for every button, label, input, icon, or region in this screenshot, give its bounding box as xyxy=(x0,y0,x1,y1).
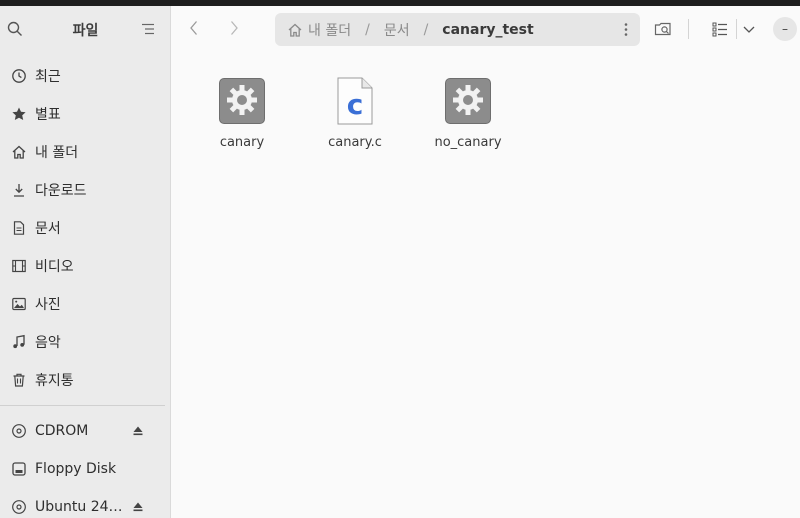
sidebar-item-recent[interactable]: 최근 xyxy=(0,57,171,95)
download-icon xyxy=(10,181,28,199)
disc-icon xyxy=(10,498,28,516)
sidebar-item-label: 휴지통 xyxy=(35,373,74,389)
sidebar-item-label: CDROM xyxy=(35,423,89,439)
sidebar-header: 파일 xyxy=(0,6,171,52)
sidebar-item-ubuntu[interactable]: Ubuntu 24… xyxy=(0,488,171,518)
breadcrumb-item[interactable]: 문서 xyxy=(384,20,410,40)
trash-icon xyxy=(10,371,28,389)
sidebar: 파일 최근 별표 내 폴더 다운로드 문서 비디오 사진 음악 휴지통 CDRO… xyxy=(0,6,171,518)
sidebar-item-label: Ubuntu 24… xyxy=(35,499,123,515)
file-view: canary c canary.c no_canary xyxy=(171,52,800,518)
sidebar-item-pictures[interactable]: 사진 xyxy=(0,285,171,323)
breadcrumb-separator: / xyxy=(365,21,370,38)
breadcrumb-current[interactable]: canary_test xyxy=(442,22,533,38)
menu-icon[interactable] xyxy=(140,21,156,37)
file-name: no_canary xyxy=(434,135,502,150)
home-icon xyxy=(288,23,302,37)
executable-icon xyxy=(219,78,265,124)
sidebar-item-documents[interactable]: 문서 xyxy=(0,209,171,247)
image-icon xyxy=(10,295,28,313)
chevron-left-icon xyxy=(190,21,197,35)
header-divider xyxy=(688,19,689,39)
list-view-icon[interactable] xyxy=(710,19,730,39)
breadcrumb-separator: / xyxy=(423,21,429,38)
sidebar-item-label: 문서 xyxy=(35,221,61,237)
sidebar-item-label: 사진 xyxy=(35,297,61,313)
header-bar: 내 폴더 / 문서 / canary_test – xyxy=(171,6,800,52)
sidebar-item-music[interactable]: 음악 xyxy=(0,323,171,361)
sidebar-divider xyxy=(0,405,165,406)
file-name: canary xyxy=(219,135,265,150)
c-glyph: c xyxy=(347,88,364,121)
forward-button[interactable] xyxy=(224,18,244,38)
sidebar-item-label: 다운로드 xyxy=(35,183,87,199)
minimize-button[interactable]: – xyxy=(773,17,797,41)
back-button[interactable] xyxy=(184,18,204,38)
executable-icon xyxy=(445,78,491,124)
star-icon xyxy=(10,105,28,123)
disc-icon xyxy=(10,422,28,440)
c-source-file-icon: c xyxy=(337,77,373,125)
search-folder-icon[interactable] xyxy=(653,19,673,39)
file-name: canary.c xyxy=(328,135,382,150)
sidebar-item-trash[interactable]: 휴지통 xyxy=(0,361,171,399)
sidebar-item-label: Floppy Disk xyxy=(35,461,117,477)
sidebar-item-label: 비디오 xyxy=(35,259,74,275)
eject-icon[interactable] xyxy=(132,501,144,513)
sidebar-item-cdrom[interactable]: CDROM xyxy=(0,412,171,450)
eject-icon[interactable] xyxy=(132,425,144,437)
sidebar-item-floppy[interactable]: Floppy Disk xyxy=(0,450,171,488)
breadcrumb-home[interactable]: 내 폴더 xyxy=(287,20,351,40)
sidebar-item-home[interactable]: 내 폴더 xyxy=(0,133,171,171)
film-icon xyxy=(10,257,28,275)
sidebar-item-starred[interactable]: 별표 xyxy=(0,95,171,133)
drive-icon xyxy=(10,460,28,478)
sidebar-item-label: 최근 xyxy=(35,69,61,85)
sidebar-item-label: 내 폴더 xyxy=(35,145,79,161)
chevron-down-icon[interactable] xyxy=(739,19,759,39)
file-item-canary-c[interactable]: c canary.c xyxy=(300,76,410,150)
sidebar-item-videos[interactable]: 비디오 xyxy=(0,247,171,285)
document-icon xyxy=(10,219,28,237)
sidebar-places: 최근 별표 내 폴더 다운로드 문서 비디오 사진 음악 휴지통 xyxy=(0,57,171,399)
header-divider xyxy=(736,19,737,39)
clock-icon xyxy=(10,67,28,85)
sidebar-item-label: 음악 xyxy=(35,335,61,351)
breadcrumb: 내 폴더 / 문서 / canary_test xyxy=(275,13,640,46)
file-item-canary[interactable]: canary xyxy=(187,76,297,150)
sidebar-item-label: 별표 xyxy=(35,107,61,123)
breadcrumb-item: 내 폴더 xyxy=(308,22,352,39)
more-options-icon[interactable] xyxy=(624,22,628,37)
sidebar-item-downloads[interactable]: 다운로드 xyxy=(0,171,171,209)
sidebar-devices: CDROM Floppy Disk Ubuntu 24… xyxy=(0,412,171,518)
home-icon xyxy=(10,143,28,161)
chevron-right-icon xyxy=(231,21,238,35)
music-icon xyxy=(10,333,28,351)
file-item-no-canary[interactable]: no_canary xyxy=(413,76,523,150)
